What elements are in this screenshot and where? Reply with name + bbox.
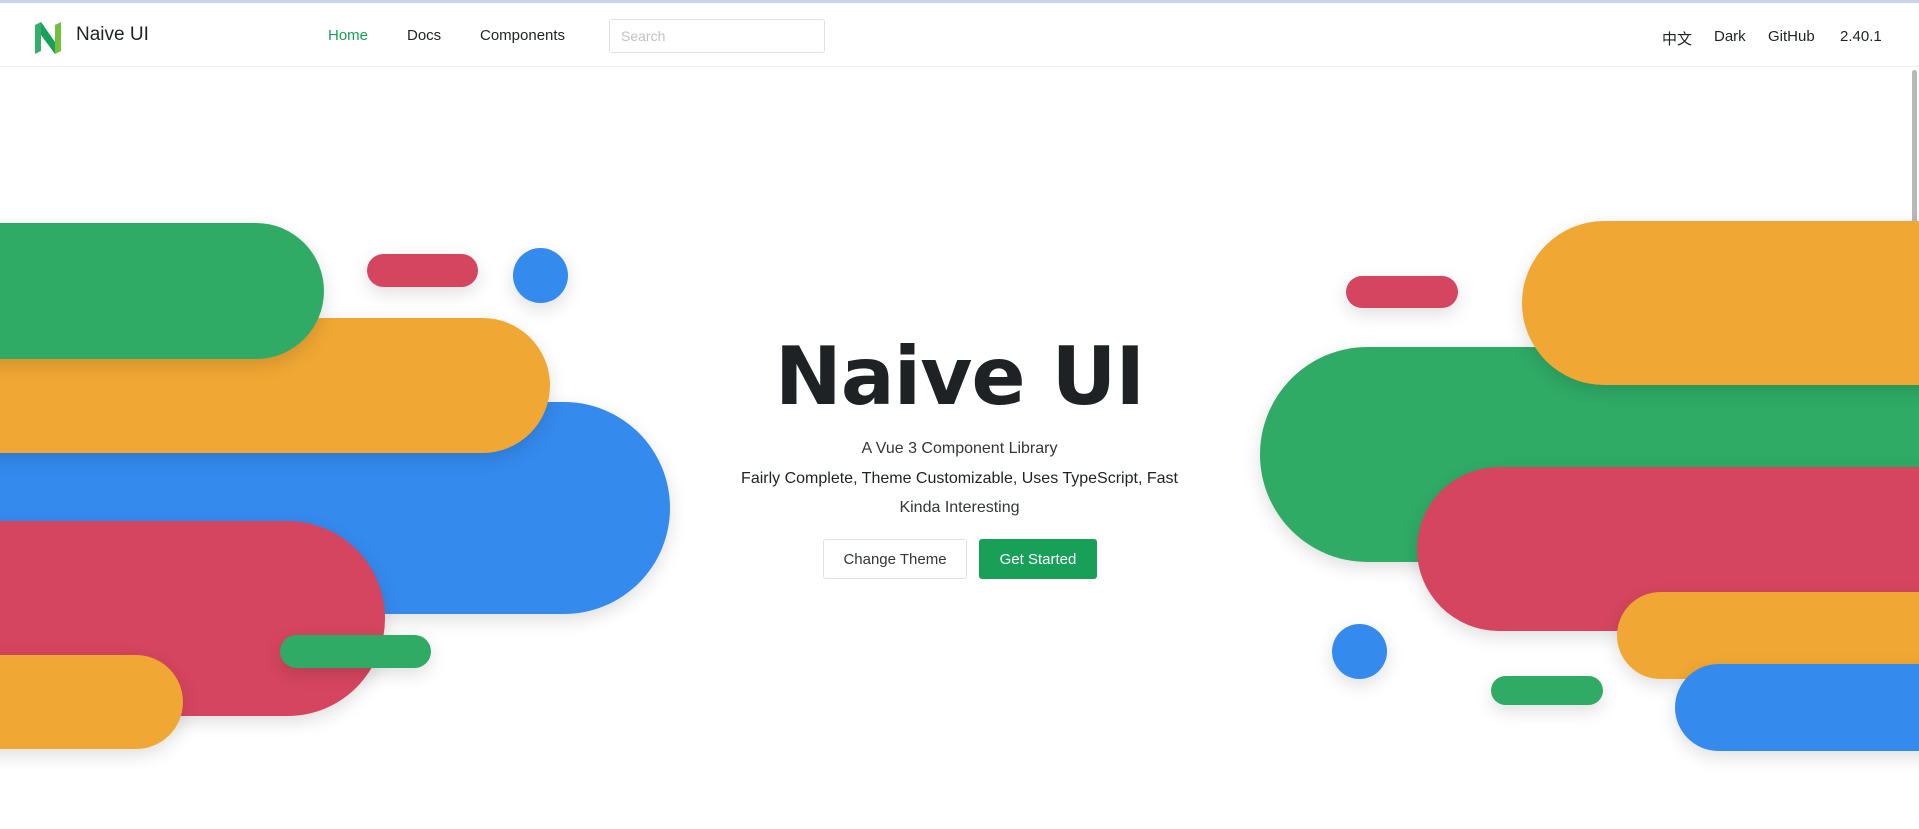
nav-home[interactable]: Home (328, 27, 368, 44)
top-nav-bar: Naive UI Home Docs Components 中文 Dark Gi… (0, 3, 1919, 67)
change-theme-button[interactable]: Change Theme (823, 539, 967, 579)
brand-name[interactable]: Naive UI (76, 24, 149, 46)
left-green-bar (280, 635, 431, 668)
get-started-button[interactable]: Get Started (979, 539, 1097, 579)
hero-tagline: A Vue 3 Component Library (861, 440, 1058, 457)
left-yellow-pill-small (0, 655, 183, 749)
naive-ui-logo-icon[interactable] (33, 21, 63, 55)
language-switch-link[interactable]: 中文 (1662, 28, 1692, 49)
right-blue-dot (1332, 624, 1387, 679)
github-link[interactable]: GitHub (1768, 28, 1815, 45)
left-blue-dot (513, 248, 568, 303)
right-green-bar (1491, 676, 1603, 705)
left-red-bar (367, 254, 478, 287)
version-selector[interactable]: 2.40.1 (1840, 28, 1882, 45)
right-red-bar (1346, 276, 1458, 308)
hero-features: Fairly Complete, Theme Customizable, Use… (741, 470, 1178, 487)
search-input[interactable] (609, 19, 825, 53)
right-blue-pill (1675, 664, 1919, 751)
nav-components[interactable]: Components (480, 27, 565, 44)
hero-note: Kinda Interesting (899, 499, 1020, 516)
nav-docs[interactable]: Docs (407, 27, 441, 44)
hero-title: Naive UI (774, 330, 1145, 423)
theme-toggle-link[interactable]: Dark (1714, 28, 1746, 45)
